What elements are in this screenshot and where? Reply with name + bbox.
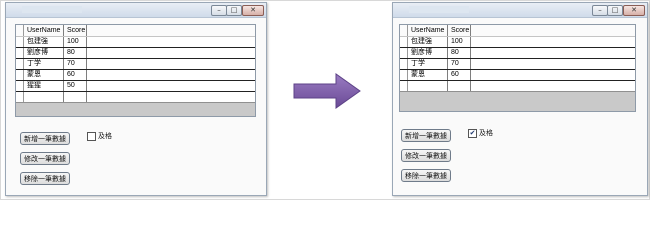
cell-username[interactable]: 劉彦博 bbox=[408, 48, 448, 58]
pass-checkbox[interactable] bbox=[87, 132, 96, 141]
cell-score[interactable]: 80 bbox=[64, 48, 87, 58]
title-bar: – □ ✕ bbox=[393, 3, 647, 18]
cell-score[interactable]: 60 bbox=[64, 70, 87, 80]
cell-score[interactable]: 70 bbox=[64, 59, 87, 69]
row-selector[interactable] bbox=[16, 70, 24, 80]
remove-record-button[interactable]: 移除一筆數據 bbox=[401, 169, 451, 182]
row-selector[interactable] bbox=[400, 70, 408, 80]
cell-username[interactable] bbox=[24, 92, 64, 102]
remove-record-button[interactable]: 移除一筆數據 bbox=[20, 172, 70, 185]
column-header-score[interactable]: Score bbox=[64, 25, 87, 36]
cell-score[interactable]: 70 bbox=[448, 59, 471, 69]
column-header-username[interactable]: UserName bbox=[408, 25, 448, 36]
cell-score[interactable]: 50 bbox=[64, 81, 87, 91]
cell-username[interactable]: 包建強 bbox=[408, 37, 448, 47]
cell-username[interactable]: 丁学 bbox=[408, 59, 448, 69]
cell-score[interactable]: 100 bbox=[64, 37, 87, 47]
row-selector[interactable] bbox=[16, 37, 24, 47]
row-selector[interactable] bbox=[400, 81, 408, 91]
cell-score[interactable] bbox=[448, 81, 471, 91]
minimize-button[interactable]: – bbox=[211, 5, 227, 16]
column-header-score[interactable]: Score bbox=[448, 25, 471, 36]
edit-record-button[interactable]: 修改一筆數據 bbox=[20, 152, 70, 165]
maximize-button[interactable]: □ bbox=[226, 5, 242, 16]
cell-username[interactable]: 劉彦博 bbox=[24, 48, 64, 58]
grid-empty-area bbox=[400, 91, 635, 111]
cell-score[interactable]: 100 bbox=[448, 37, 471, 47]
row-selector[interactable] bbox=[16, 92, 24, 102]
right-arrow-icon bbox=[293, 73, 361, 109]
column-header-username[interactable]: UserName bbox=[24, 25, 64, 36]
cell-username[interactable]: 蒙恩 bbox=[24, 70, 64, 80]
row-selector[interactable] bbox=[16, 48, 24, 58]
data-grid[interactable]: UserName Score 包建強 100 劉彦博 80 丁学 70 蒙恩 6… bbox=[15, 24, 256, 117]
row-header-corner bbox=[400, 25, 408, 36]
title-bar: – □ ✕ bbox=[6, 3, 266, 18]
row-selector[interactable] bbox=[400, 48, 408, 58]
close-button[interactable]: ✕ bbox=[623, 5, 645, 16]
row-selector[interactable] bbox=[16, 59, 24, 69]
left-window: – □ ✕ UserName Score 包建強 100 劉彦博 80 丁学 7… bbox=[5, 2, 267, 196]
window-title-placeholder bbox=[409, 6, 469, 13]
pass-checkbox-label: 及格 bbox=[479, 129, 493, 137]
cell-username[interactable]: 丁学 bbox=[24, 59, 64, 69]
cell-username[interactable]: 猩猩 bbox=[24, 81, 64, 91]
cell-score[interactable]: 60 bbox=[448, 70, 471, 80]
grid-empty-area bbox=[16, 102, 255, 116]
row-header-corner bbox=[16, 25, 24, 36]
minimize-button[interactable]: – bbox=[592, 5, 608, 16]
add-record-button[interactable]: 新增一筆數據 bbox=[20, 132, 70, 145]
add-record-button[interactable]: 新增一筆數據 bbox=[401, 129, 451, 142]
pass-checkbox[interactable]: ✔ bbox=[468, 129, 477, 138]
cell-score[interactable] bbox=[64, 92, 87, 102]
row-selector[interactable] bbox=[16, 81, 24, 91]
row-selector[interactable] bbox=[400, 59, 408, 69]
pass-checkbox-label: 及格 bbox=[98, 132, 112, 140]
right-window: – □ ✕ UserName Score 包建強 100 劉彦博 80 丁学 7… bbox=[392, 2, 648, 196]
cell-username[interactable]: 包建強 bbox=[24, 37, 64, 47]
grid-header: UserName Score bbox=[400, 25, 635, 37]
cell-score[interactable]: 80 bbox=[448, 48, 471, 58]
close-button[interactable]: ✕ bbox=[242, 5, 264, 16]
cell-username[interactable] bbox=[408, 81, 448, 91]
maximize-button[interactable]: □ bbox=[607, 5, 623, 16]
data-grid[interactable]: UserName Score 包建強 100 劉彦博 80 丁学 70 蒙恩 6… bbox=[399, 24, 636, 112]
checkmark-icon: ✔ bbox=[469, 129, 476, 137]
window-title-placeholder bbox=[22, 6, 82, 13]
row-selector[interactable] bbox=[400, 37, 408, 47]
cell-username[interactable]: 蒙恩 bbox=[408, 70, 448, 80]
grid-header: UserName Score bbox=[16, 25, 255, 37]
edit-record-button[interactable]: 修改一筆數據 bbox=[401, 149, 451, 162]
